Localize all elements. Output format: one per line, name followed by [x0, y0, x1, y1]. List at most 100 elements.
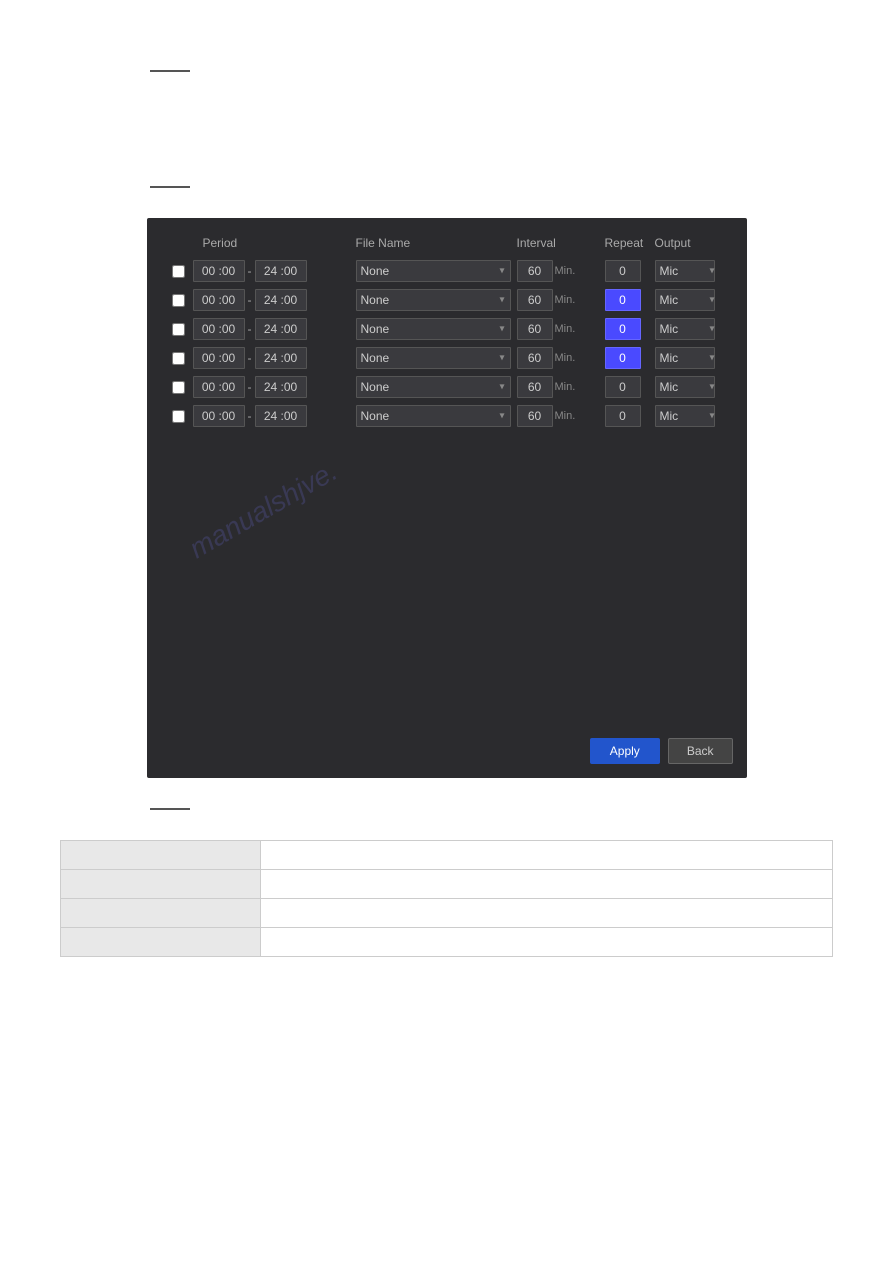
repeat-input-5[interactable] [605, 376, 641, 398]
schedule-row-2: - None Min. Mic [161, 289, 733, 311]
table-row-4 [61, 928, 833, 957]
period-end-3[interactable] [255, 318, 307, 340]
output-group-4[interactable]: Mic [651, 347, 721, 369]
output-select-4[interactable]: Mic [655, 347, 715, 369]
repeat-input-1[interactable] [605, 260, 641, 282]
period-dash-1: - [248, 264, 252, 278]
interval-group-5: Min. [513, 376, 603, 398]
header-repeat: Repeat [603, 236, 651, 250]
interval-input-2[interactable] [517, 289, 553, 311]
filename-select-6[interactable]: None [356, 405, 511, 427]
filename-wrap-5[interactable]: None [348, 376, 513, 398]
row-checkbox-2[interactable] [165, 294, 193, 307]
row-checkbox-3[interactable] [165, 323, 193, 336]
output-group-6[interactable]: Mic [651, 405, 721, 427]
checkbox-1[interactable] [172, 265, 185, 278]
period-end-2[interactable] [255, 289, 307, 311]
filename-select-2[interactable]: None [356, 289, 511, 311]
row-checkbox-1[interactable] [165, 265, 193, 278]
period-end-1[interactable] [255, 260, 307, 282]
interval-label-4: Min. [555, 352, 576, 364]
schedule-row-6: - None Min. Mic [161, 405, 733, 427]
interval-input-5[interactable] [517, 376, 553, 398]
interval-group-1: Min. [513, 260, 603, 282]
period-start-1[interactable] [193, 260, 245, 282]
period-group-4: - [193, 347, 348, 369]
period-dash-2: - [248, 293, 252, 307]
output-group-2[interactable]: Mic [651, 289, 721, 311]
interval-label-3: Min. [555, 323, 576, 335]
header-interval: Interval [513, 236, 603, 250]
period-start-5[interactable] [193, 376, 245, 398]
period-start-2[interactable] [193, 289, 245, 311]
text-block-1 [150, 90, 743, 120]
repeat-input-4[interactable] [605, 347, 641, 369]
filename-select-5[interactable]: None [356, 376, 511, 398]
table-cell-col2-3 [261, 899, 833, 928]
repeat-input-6[interactable] [605, 405, 641, 427]
table-cell-col1-1 [61, 841, 261, 870]
interval-input-4[interactable] [517, 347, 553, 369]
filename-select-1[interactable]: None [356, 260, 511, 282]
apply-button[interactable]: Apply [590, 738, 660, 764]
period-end-6[interactable] [255, 405, 307, 427]
header-period: Period [193, 236, 348, 250]
interval-label-1: Min. [555, 265, 576, 277]
checkbox-4[interactable] [172, 352, 185, 365]
filename-wrap-3[interactable]: None [348, 318, 513, 340]
schedule-row-4: - None Min. Mic [161, 347, 733, 369]
header-output: Output [651, 236, 721, 250]
period-start-3[interactable] [193, 318, 245, 340]
checkbox-2[interactable] [172, 294, 185, 307]
period-end-4[interactable] [255, 347, 307, 369]
repeat-group-4 [603, 347, 651, 369]
table-cell-col1-3 [61, 899, 261, 928]
period-dash-6: - [248, 409, 252, 423]
checkbox-3[interactable] [172, 323, 185, 336]
interval-input-1[interactable] [517, 260, 553, 282]
interval-group-3: Min. [513, 318, 603, 340]
interval-input-3[interactable] [517, 318, 553, 340]
repeat-group-3 [603, 318, 651, 340]
watermark: manualshjve. [184, 455, 343, 565]
section-line-1 [150, 70, 190, 72]
row-checkbox-5[interactable] [165, 381, 193, 394]
period-start-6[interactable] [193, 405, 245, 427]
period-group-6: - [193, 405, 348, 427]
panel-body-spacer: manualshjve. [161, 434, 733, 714]
filename-wrap-6[interactable]: None [348, 405, 513, 427]
checkbox-5[interactable] [172, 381, 185, 394]
output-select-2[interactable]: Mic [655, 289, 715, 311]
filename-wrap-4[interactable]: None [348, 347, 513, 369]
period-dash-5: - [248, 380, 252, 394]
output-select-1[interactable]: Mic [655, 260, 715, 282]
period-group-3: - [193, 318, 348, 340]
table-cell-col1-4 [61, 928, 261, 957]
period-dash-3: - [248, 322, 252, 336]
filename-wrap-1[interactable]: None [348, 260, 513, 282]
row-checkbox-4[interactable] [165, 352, 193, 365]
output-group-3[interactable]: Mic [651, 318, 721, 340]
section-line-3 [150, 808, 190, 810]
row-checkbox-6[interactable] [165, 410, 193, 423]
repeat-input-2[interactable] [605, 289, 641, 311]
text-block-2 [150, 138, 743, 168]
checkbox-6[interactable] [172, 410, 185, 423]
schedule-row-1: - None Min. Mic [161, 260, 733, 282]
filename-wrap-2[interactable]: None [348, 289, 513, 311]
output-group-5[interactable]: Mic [651, 376, 721, 398]
interval-input-6[interactable] [517, 405, 553, 427]
table-cell-col1-2 [61, 870, 261, 899]
filename-select-3[interactable]: None [356, 318, 511, 340]
period-end-5[interactable] [255, 376, 307, 398]
output-select-5[interactable]: Mic [655, 376, 715, 398]
schedule-row-5: - None Min. Mic [161, 376, 733, 398]
back-button[interactable]: Back [668, 738, 733, 764]
output-group-1[interactable]: Mic [651, 260, 721, 282]
output-select-3[interactable]: Mic [655, 318, 715, 340]
filename-select-4[interactable]: None [356, 347, 511, 369]
repeat-input-3[interactable] [605, 318, 641, 340]
panel-footer: Apply Back [161, 730, 733, 764]
period-start-4[interactable] [193, 347, 245, 369]
output-select-6[interactable]: Mic [655, 405, 715, 427]
